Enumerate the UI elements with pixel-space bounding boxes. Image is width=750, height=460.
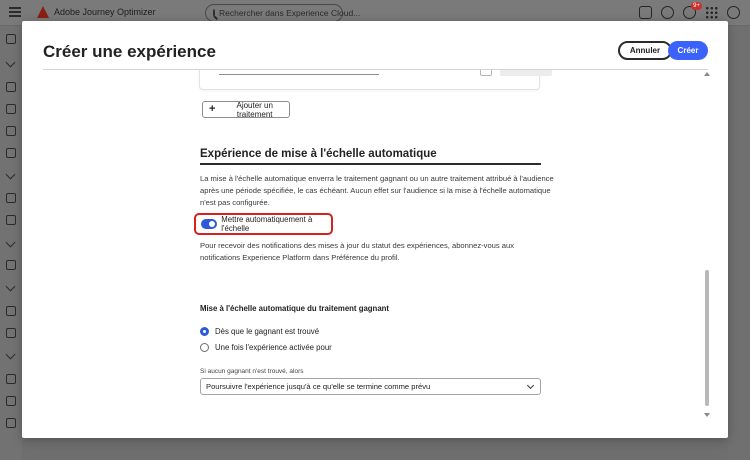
brand: Adobe Journey Optimizer [37,6,156,18]
fallback-label: Si aucun gagnant n'est trouvé, alors [200,368,304,375]
notification-badge: 9+ [691,2,702,10]
reports-icon[interactable] [6,396,16,406]
radio-label: Dès que le gagnant est trouvé [215,327,320,336]
settings-icon[interactable] [6,418,16,428]
notification-info-text: Pour recevoir des notifications des mise… [200,241,515,262]
section-title: Expérience de mise à l'échelle automatiq… [200,148,437,160]
section-divider [200,163,541,165]
toggle-label: Mettre automatiquement à l'échelle [221,215,313,233]
create-experience-dialog: Créer une expérience Annuler Créer + Ajo… [22,21,728,438]
treatment-field-underline[interactable] [219,74,379,75]
app-title: Adobe Journey Optimizer [54,7,156,17]
auto-scale-toggle[interactable] [201,219,218,229]
add-treatment-label: Ajouter un traitement [236,100,273,119]
winner-section-title: Mise à l'échelle automatique du traiteme… [200,304,390,313]
radio-option-after-activation[interactable]: Une fois l'expérience activée pour [200,343,332,352]
templates-icon[interactable] [6,148,16,158]
adobe-logo-icon [37,6,49,18]
cancel-button[interactable]: Annuler [618,41,672,60]
search-placeholder: Rechercher dans Experience Cloud... [219,8,361,18]
scroll-down-arrow-icon[interactable] [704,413,710,417]
auto-scale-toggle-container[interactable]: Mettre automatiquement à l'échelle [194,213,333,235]
schemas-icon[interactable] [6,306,16,316]
dialog-title: Créer une expérience [43,42,216,61]
chevron-down-icon [526,381,535,390]
avatar[interactable] [727,6,740,19]
audiences-icon[interactable] [6,260,16,270]
dialog-content: + Ajouter un traitement Expérience de mi… [22,70,728,438]
scrollbar-thumb[interactable] [705,270,709,406]
scrollbar[interactable] [704,72,710,417]
plus-icon: + [209,103,216,115]
content-icon[interactable] [6,126,16,136]
fallback-select[interactable]: Poursuivre l'expérience jusqu'à ce qu'el… [200,378,541,395]
apps-grid-icon[interactable] [705,6,718,19]
left-rail [0,26,22,460]
fallback-value: Poursuivre l'expérience jusqu'à ce qu'el… [206,382,431,391]
chevron-down-icon[interactable] [5,237,16,248]
radio-button[interactable] [200,343,209,352]
scroll-up-arrow-icon[interactable] [704,72,710,76]
campaigns-icon[interactable] [6,104,16,114]
search-icon [213,9,215,17]
channels-icon[interactable] [6,374,16,384]
radio-button[interactable] [200,327,209,336]
help-icon[interactable] [661,6,674,19]
journeys-icon[interactable] [6,82,16,92]
chevron-down-icon[interactable] [5,57,16,68]
bell-icon[interactable]: 9+ [683,2,702,19]
background-panel [728,26,750,460]
treatment-card [199,70,552,90]
treatment-percentage-field[interactable] [500,70,552,76]
offers-icon[interactable] [6,215,16,225]
decisions-icon[interactable] [6,193,16,203]
radio-label: Une fois l'expérience activée pour [215,343,332,352]
radio-option-winner-found[interactable]: Dès que le gagnant est trouvé [200,327,319,336]
feedback-icon[interactable] [639,6,652,19]
chevron-down-icon[interactable] [5,169,16,180]
hamburger-menu-icon[interactable] [9,7,21,19]
search-box[interactable]: Rechercher dans Experience Cloud... [205,4,360,22]
datasets-icon[interactable] [6,328,16,338]
chevron-down-icon[interactable] [5,349,16,360]
home-icon[interactable] [6,34,16,44]
copy-icon[interactable] [480,70,492,76]
section-description: La mise à l'échelle automatique enverra … [200,174,554,207]
top-bar-icons: 9+ [639,2,740,19]
add-treatment-button[interactable]: + Ajouter un traitement [202,100,290,119]
create-button[interactable]: Créer [668,41,708,60]
chevron-down-icon[interactable] [5,281,16,292]
toggle-knob [209,221,216,227]
